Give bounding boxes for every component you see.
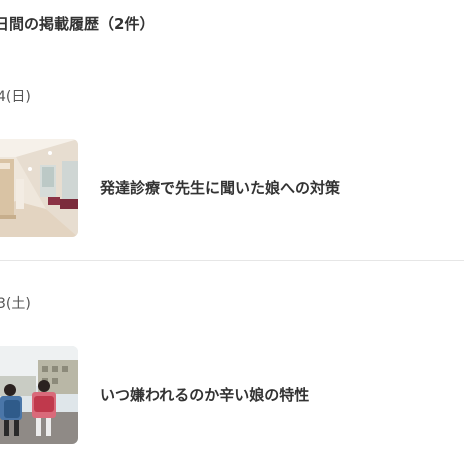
history-entry-1[interactable]: 発達診療で先生に聞いた娘への対策 — [0, 139, 464, 239]
posting-history-page: 日間の掲載履歴（2件） 4(日) 発達診療で先生に聞いた娘への対策 3(土) い… — [0, 0, 464, 464]
entry-title: 発達診療で先生に聞いた娘への対策 — [100, 179, 341, 197]
schoolchildren-randoseru-thumbnail-icon — [0, 346, 78, 444]
entry-title: いつ嫌われるのか辛い娘の特性 — [100, 386, 310, 404]
entry-divider — [0, 260, 464, 261]
entry-date: 3(土) — [0, 296, 31, 312]
hospital-corridor-thumbnail-icon — [0, 139, 78, 237]
history-entry-2[interactable]: いつ嫌われるのか辛い娘の特性 — [0, 346, 464, 446]
entry-date: 4(日) — [0, 89, 31, 105]
history-heading: 日間の掲載履歴（2件） — [0, 15, 155, 33]
